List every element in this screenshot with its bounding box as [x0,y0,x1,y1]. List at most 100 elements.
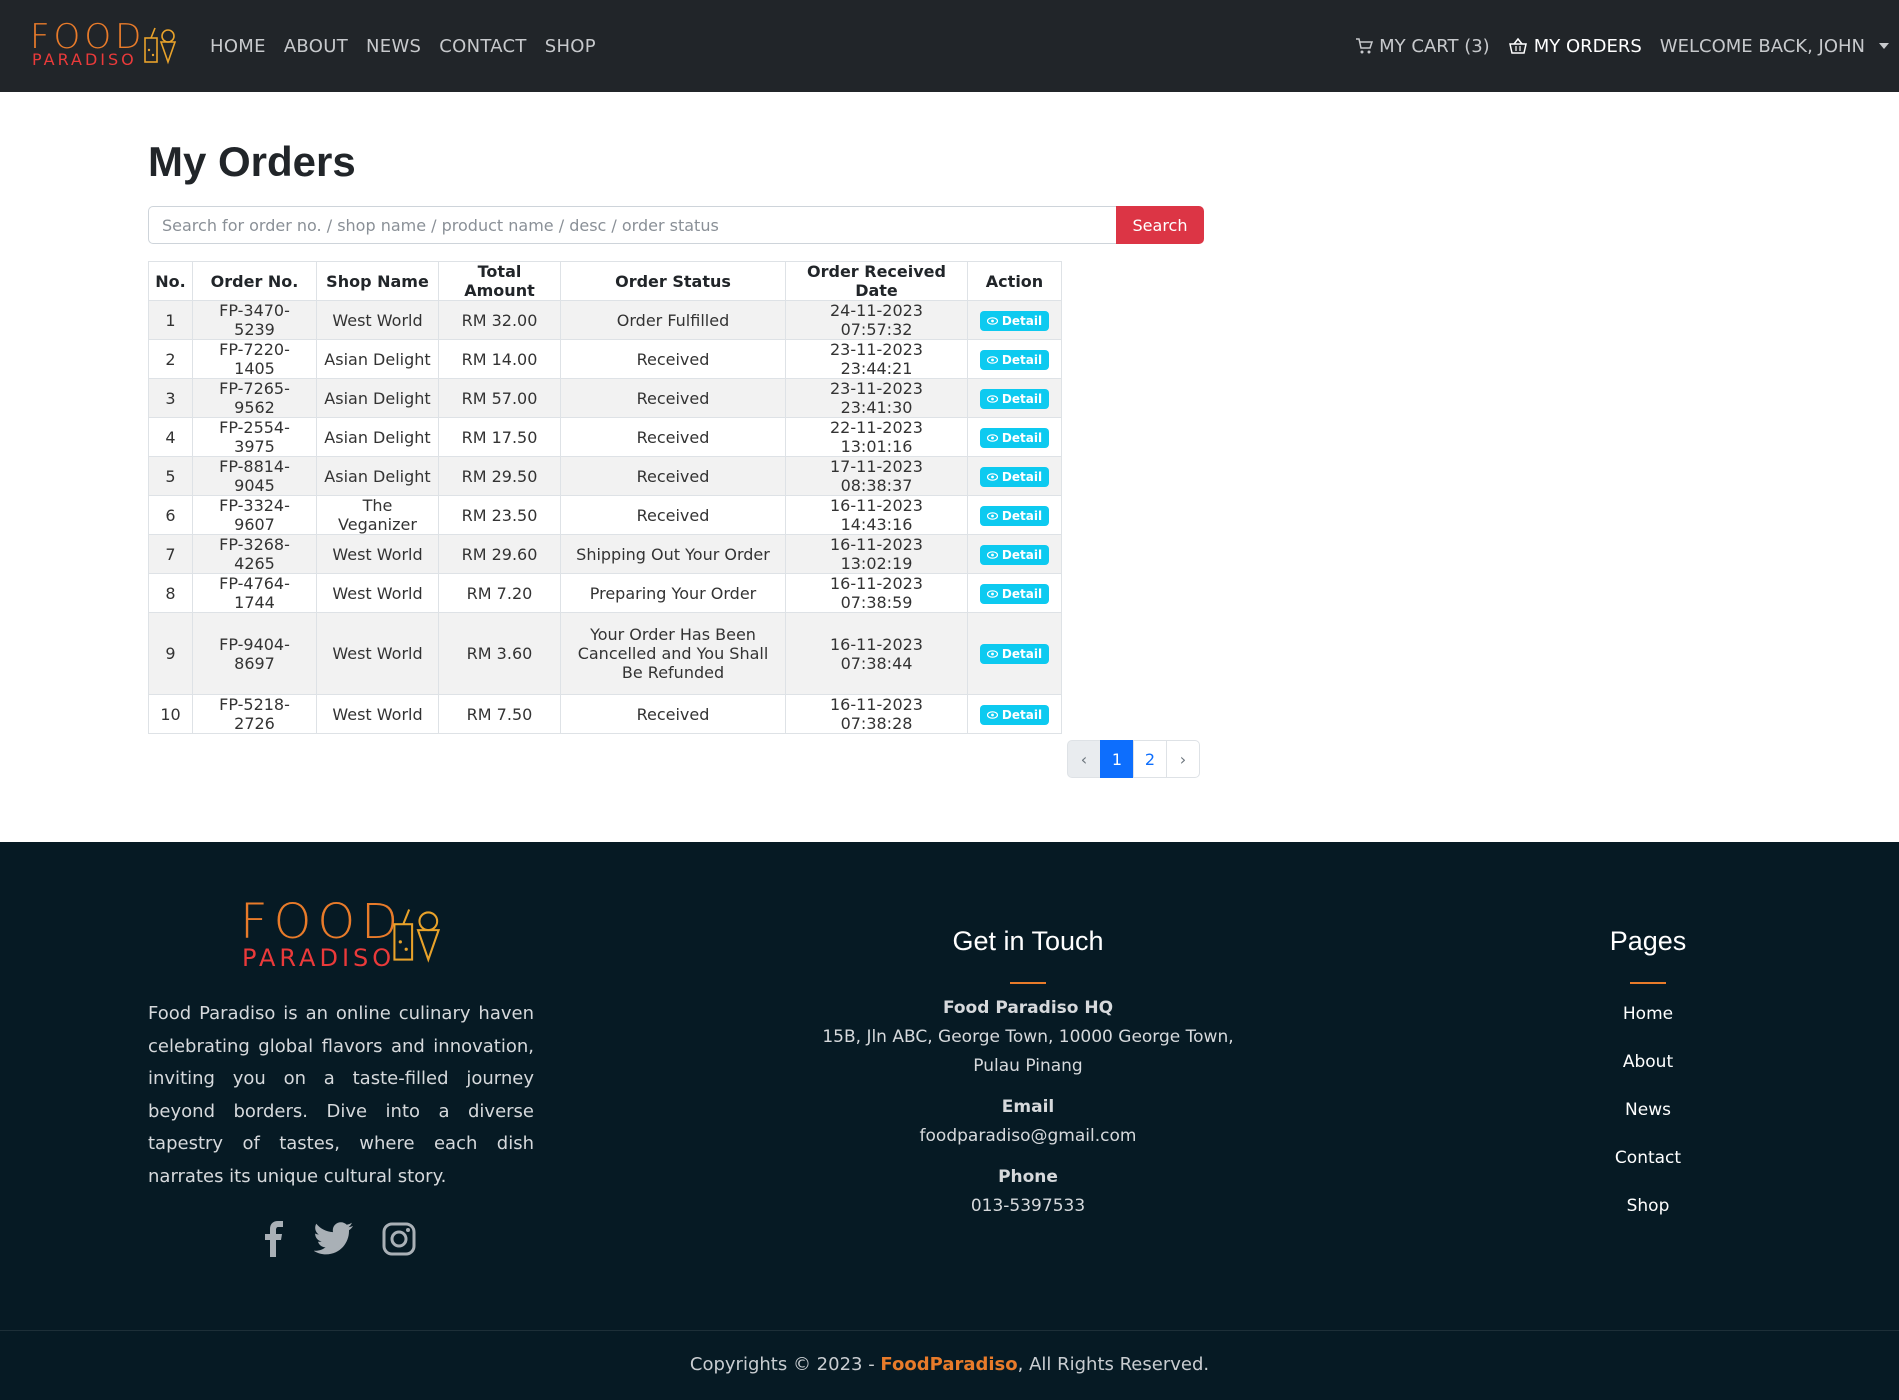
table-header-row: No. Order No. Shop Name Total Amount Ord… [148,261,1062,301]
pages-section-title: Pages [1609,926,1687,956]
pagination: ‹ 1 2 › [1067,740,1200,778]
detail-button[interactable]: Detail [979,388,1050,409]
cell-total-amount: RM 29.50 [438,456,561,496]
detail-button[interactable]: Detail [979,544,1050,565]
nav-news-link[interactable]: NEWS [366,36,421,57]
user-menu-dropdown[interactable]: WELCOME BACK, JOHN [1660,36,1889,57]
cell-no: 6 [148,495,193,535]
col-total-amount-header: Total Amount [438,261,561,301]
cell-no: 1 [148,300,193,340]
cell-total-amount: RM 7.50 [438,694,561,734]
table-row: 1 FP-3470-5239 West World RM 32.00 Order Ful… [148,300,1062,340]
eye-icon [986,316,998,325]
phone-number[interactable]: 013-5397533 [820,1192,1236,1221]
eye-icon [986,511,998,520]
cell-total-amount: RM 7.20 [438,573,561,613]
my-cart-link[interactable]: MY CART (3) [1355,36,1490,57]
copyright-suffix: , All Rights Reserved. [1017,1354,1210,1375]
table-row: 10 FP-5218-2726 West World RM 7.50 Received 1… [148,694,1062,734]
cell-action: Detail [967,495,1062,535]
cell-order-no: FP-4764-1744 [192,573,317,613]
footer-pages-list: Home About News Contact Shop [1570,1000,1726,1240]
eye-icon [986,710,998,719]
twitter-icon[interactable] [313,1222,354,1260]
my-orders-link[interactable]: MY ORDERS [1508,36,1642,57]
cell-shop-name: Asian Delight [316,456,439,496]
table-row: 9 FP-9404-8697 West World RM 3.60 Your Order… [148,612,1062,695]
cell-order-no: FP-3470-5239 [192,300,317,340]
email-link[interactable]: foodparadiso@gmail.com [820,1122,1236,1151]
table-row: 8 FP-4764-1744 West World RM 7.20 Preparing … [148,573,1062,613]
nav-shop-link[interactable]: SHOP [545,36,596,57]
footer-about-link[interactable]: About [1570,1048,1726,1096]
order-search-form: Search [148,206,1204,244]
cell-shop-name: The Veganizer [316,495,439,535]
logo-food-text: FOOD [30,17,146,57]
cell-order-no: FP-3268-4265 [192,534,317,574]
top-navbar: FOOD PARADISO HOME ABOUT NEWS CONTACT SH… [0,0,1899,92]
cell-total-amount: RM 17.50 [438,417,561,457]
footer-news-link[interactable]: News [1570,1096,1726,1144]
detail-button[interactable]: Detail [979,505,1050,526]
site-footer: FOOD PARADISO Food Paradiso is an online… [0,842,1899,1400]
cell-no: 3 [148,378,193,418]
prev-page-button[interactable]: ‹ [1067,740,1101,778]
detail-button[interactable]: Detail [979,427,1050,448]
search-button[interactable]: Search [1116,206,1204,244]
detail-button[interactable]: Detail [979,583,1050,604]
instagram-icon[interactable] [382,1222,416,1260]
footer-divider-line [0,1330,1899,1331]
detail-label: Detail [1001,647,1043,661]
cell-order-no: FP-3324-9607 [192,495,317,535]
footer-shop-link[interactable]: Shop [1570,1192,1726,1240]
copyright-brand-link[interactable]: FoodParadiso [880,1354,1017,1375]
page-1-button[interactable]: 1 [1100,740,1134,778]
cell-order-no: FP-2554-3975 [192,417,317,457]
cell-no: 10 [148,694,193,734]
detail-button[interactable]: Detail [979,466,1050,487]
logo-paradiso-text: PARADISO [32,50,137,69]
facebook-icon[interactable] [262,1220,286,1262]
table-row: 4 FP-2554-3975 Asian Delight RM 17.50 Receiv… [148,417,1062,457]
page-title: My Orders [148,138,356,185]
col-order-no-header: Order No. [192,261,317,301]
detail-button[interactable]: Detail [979,644,1050,664]
footer-home-link[interactable]: Home [1570,1000,1726,1048]
next-page-button[interactable]: › [1166,740,1200,778]
detail-button[interactable]: Detail [979,704,1050,725]
nav-contact-link[interactable]: CONTACT [439,36,526,57]
contact-info: Food Paradiso HQ 15B, Jln ABC, George To… [820,994,1236,1221]
nav-about-link[interactable]: ABOUT [284,36,348,57]
cell-order-no: FP-8814-9045 [192,456,317,496]
cell-action: Detail [967,300,1062,340]
cell-action: Detail [967,456,1062,496]
cell-no: 7 [148,534,193,574]
phone-label: Phone [998,1167,1058,1187]
pages-divider [1630,982,1666,984]
detail-label: Detail [1001,430,1043,445]
page-2-button[interactable]: 2 [1133,740,1167,778]
basket-icon [1508,37,1527,54]
detail-button[interactable]: Detail [979,310,1050,331]
cell-received-date: 23-11-2023 23:44:21 [785,339,968,379]
col-action-header: Action [967,261,1062,301]
detail-label: Detail [1001,707,1043,722]
cell-received-date: 16-11-2023 13:02:19 [785,534,968,574]
detail-button[interactable]: Detail [979,349,1050,370]
cell-shop-name: West World [316,573,439,613]
cell-no: 4 [148,417,193,457]
cell-action: Detail [967,339,1062,379]
cell-total-amount: RM 57.00 [438,378,561,418]
footer-contact-link[interactable]: Contact [1570,1144,1726,1192]
eye-icon [986,433,998,442]
order-search-input[interactable] [148,206,1116,244]
eye-icon [986,355,998,364]
detail-label: Detail [1001,586,1043,601]
eye-icon [986,394,998,403]
col-received-date-header: Order Received Date [785,261,968,301]
cell-received-date: 16-11-2023 07:38:44 [785,612,968,695]
site-logo[interactable]: FOOD PARADISO [30,20,185,72]
nav-home-link[interactable]: HOME [210,36,266,57]
footer-logo[interactable]: FOOD PARADISO [240,898,450,976]
cell-order-status: Preparing Your Order [560,573,786,613]
